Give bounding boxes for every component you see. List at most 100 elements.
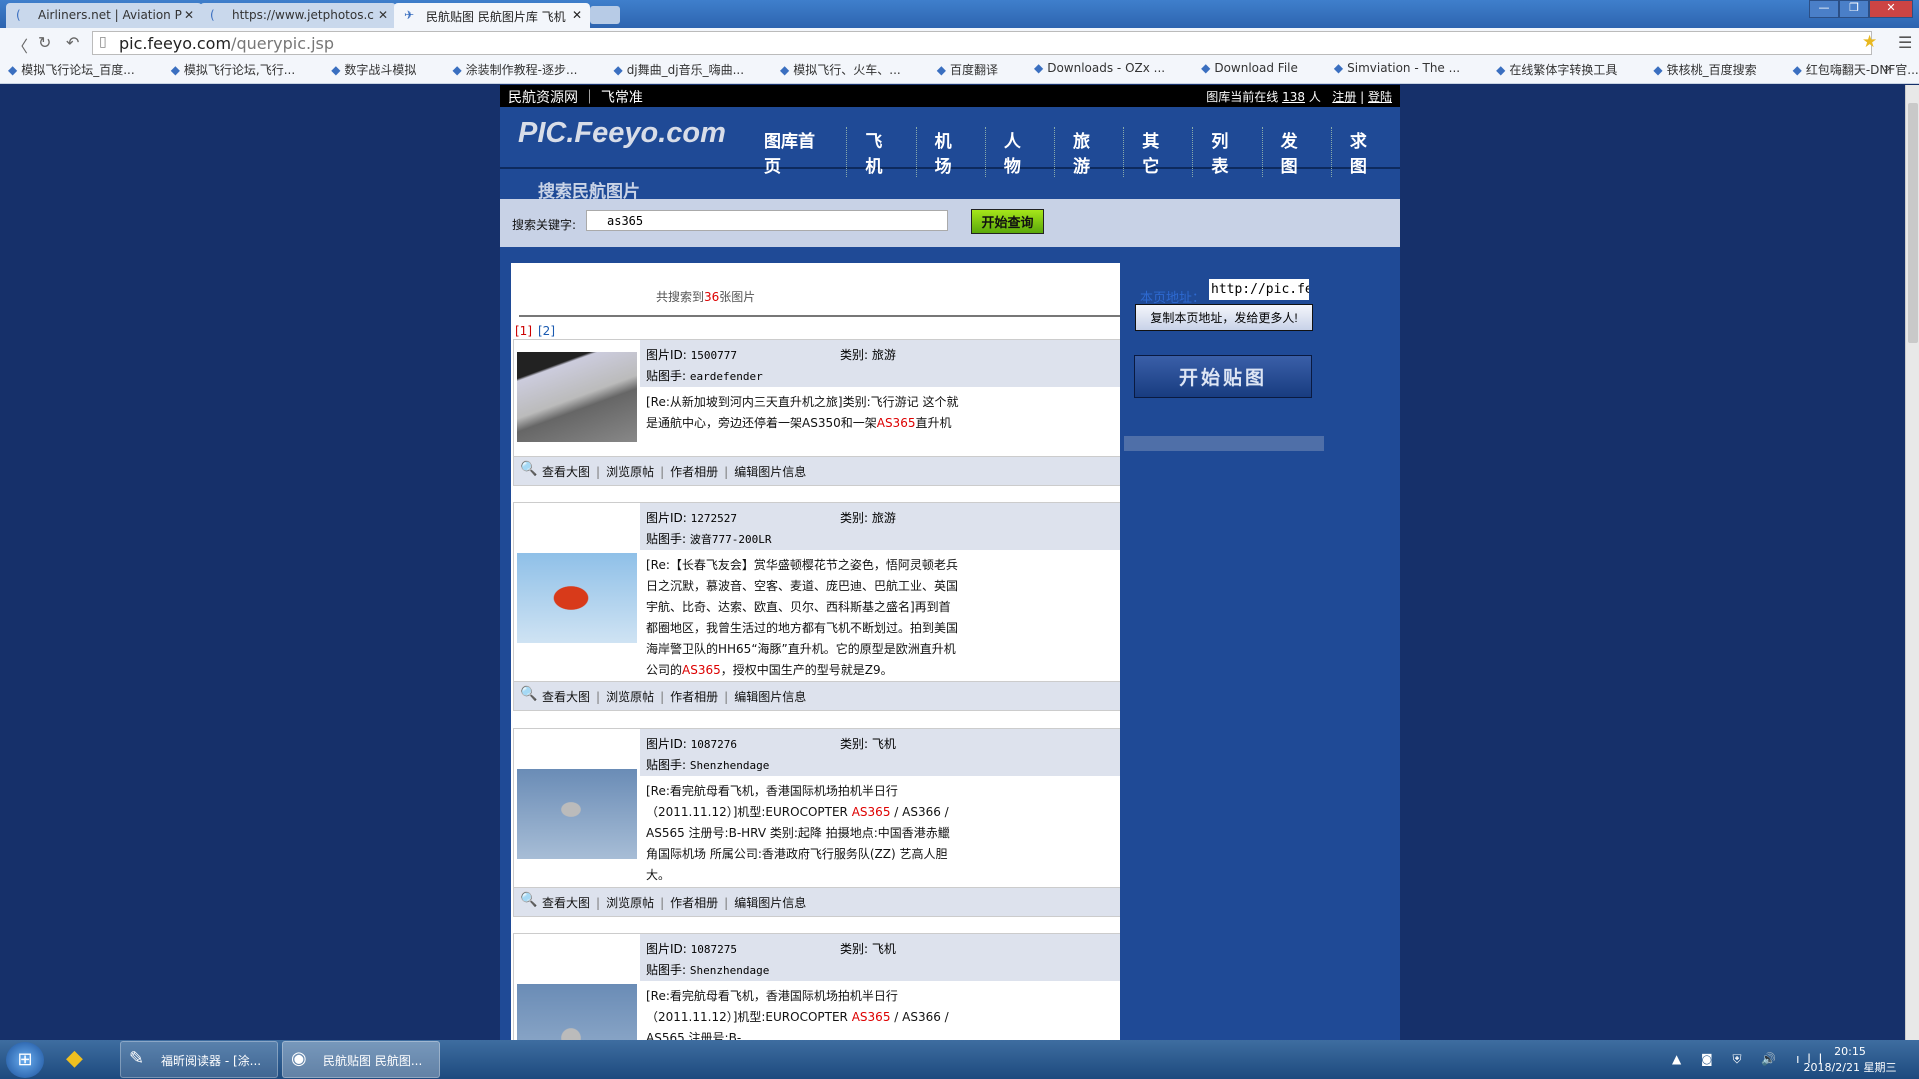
menu-icon[interactable]: ☰ [1898, 33, 1912, 52]
bookmark-label: Downloads - OZx ... [1047, 61, 1166, 75]
bookmark-label: dj舞曲_dj音乐_嗨曲... [626, 63, 745, 77]
close-tab-icon[interactable]: ✕ [378, 8, 388, 22]
bookmark-favicon-icon: ◆ [1653, 63, 1663, 77]
author-album-link[interactable]: 作者相册 [670, 896, 718, 910]
windows-start-icon[interactable]: ⊞ [6, 1042, 44, 1078]
close-window-icon[interactable]: ✕ [1869, 0, 1913, 18]
view-post-link[interactable]: 浏览原帖 [606, 465, 654, 479]
bookmark-item[interactable]: ◆ 百度翻译 [937, 61, 1016, 83]
poster-name[interactable]: eardefender [690, 370, 763, 383]
bookmark-label: Download File [1214, 61, 1298, 75]
view-large-link[interactable]: 查看大图 [542, 896, 590, 910]
category-label: 类别: [840, 348, 869, 362]
bookmark-item[interactable]: ◆ 在线繁体字转换工具 [1496, 61, 1635, 83]
start-post-button[interactable]: 开始贴图 [1134, 355, 1312, 398]
site-links[interactable]: 民航资源网 ｜ 飞常准 [508, 90, 643, 106]
nav-item[interactable]: 列表 [1193, 127, 1263, 177]
tab-feeyo[interactable]: ✈ 民航贴图 民航图片库 飞机 ✕ [394, 3, 590, 28]
nav-item[interactable]: 机场 [917, 127, 986, 177]
bookmark-item[interactable]: ◆ 模拟飞行、火车、... [780, 61, 919, 83]
id-label: 图片ID: [646, 511, 687, 525]
bookmark-item[interactable]: ◆ 模拟飞行论坛,飞行... [171, 61, 314, 83]
nav-item[interactable]: 飞机 [847, 127, 917, 177]
undo-icon[interactable]: ↶ [66, 33, 79, 52]
close-tab-icon[interactable]: ✕ [572, 8, 582, 22]
nav-item[interactable]: 图库首页 [746, 127, 848, 177]
bookmark-item[interactable]: ◆ Download File [1201, 61, 1316, 83]
close-tab-icon[interactable]: ✕ [184, 8, 194, 22]
taskbar-label: 福昕阅读器 - [涂... [161, 1054, 262, 1068]
nav-item[interactable]: 求图 [1332, 127, 1400, 177]
foxit-icon: ✎ [129, 1048, 145, 1069]
photo-thumbnail[interactable] [517, 553, 637, 643]
new-tab-button[interactable] [590, 6, 620, 24]
more-bookmarks-button[interactable]: » [1884, 61, 1891, 75]
poster-name[interactable]: 波音777-200LR [690, 533, 772, 546]
desc-text: 直升机 [915, 416, 952, 430]
poster-name[interactable]: Shenzhendage [690, 964, 769, 977]
restore-icon[interactable]: ❐ [1839, 0, 1869, 18]
reload-icon[interactable]: ↻ [38, 33, 51, 52]
minimize-icon[interactable]: — [1809, 0, 1839, 18]
category-label: 类别: [840, 511, 869, 525]
edit-info-link[interactable]: 编辑图片信息 [734, 690, 806, 704]
tab-jetphotos[interactable]: (https://www.jetphotos.c ✕ [200, 3, 396, 28]
site-logo[interactable]: PIC.Feeyo.com [518, 117, 726, 150]
photo-thumbnail[interactable] [517, 769, 637, 859]
bookmark-star-icon[interactable]: ★ [1862, 32, 1877, 52]
scrollbar-thumb[interactable] [1908, 103, 1918, 343]
poster-label: 贴图手: [646, 532, 687, 546]
copy-url-button[interactable]: 复制本页地址，发给更多人! [1135, 304, 1313, 331]
nav-item[interactable]: 人物 [986, 127, 1056, 177]
view-large-link[interactable]: 查看大图 [542, 465, 590, 479]
register-link[interactable]: 注册 [1332, 90, 1356, 104]
login-link[interactable]: 登陆 [1368, 90, 1392, 104]
clock[interactable]: 20:15 2018/2/21 星期三 [1800, 1044, 1900, 1076]
app-pinned-icon[interactable]: ◆ [66, 1046, 83, 1071]
category-value: 旅游 [871, 348, 896, 362]
photo-thumbnail[interactable] [517, 984, 637, 1040]
bookmark-item[interactable]: ◆ 涂装制作教程-逐步... [452, 61, 595, 83]
search-button[interactable]: 开始查询 [971, 209, 1044, 234]
bookmark-item[interactable]: ◆ Downloads - OZx ... [1034, 61, 1183, 83]
nav-item[interactable]: 发图 [1263, 127, 1332, 177]
bookmark-item[interactable]: ◆ Simviation - The ... [1334, 61, 1478, 83]
edit-info-link[interactable]: 编辑图片信息 [734, 896, 806, 910]
tab-airliners[interactable]: (Airliners.net | Aviation P ✕ [6, 3, 202, 28]
taskbar-browser[interactable]: ◉ 民航贴图 民航图... [282, 1041, 440, 1078]
view-post-link[interactable]: 浏览原帖 [606, 896, 654, 910]
page-2-link[interactable]: [2] [538, 324, 555, 338]
bookmark-item[interactable]: ◆ 红包嗨翻天-DNF官... [1793, 61, 1919, 83]
header: PIC.Feeyo.com 图库首页 飞机 机场 人物 旅游 其它 列表 发图 求图 [500, 107, 1400, 177]
page-icon: ▯ [99, 34, 107, 50]
bookmark-favicon-icon: ◆ [170, 63, 180, 77]
edit-info-link[interactable]: 编辑图片信息 [734, 465, 806, 479]
category-label: 类别: [840, 737, 869, 751]
nav-item[interactable]: 旅游 [1055, 127, 1125, 177]
taskbar-foxit[interactable]: ✎ 福昕阅读器 - [涂... [120, 1041, 278, 1078]
photo-thumbnail[interactable] [517, 352, 637, 442]
back-icon[interactable]: 〈 [12, 33, 28, 57]
bookmark-item[interactable]: ◆ 模拟飞行论坛_百度... [8, 61, 153, 83]
poster-label: 贴图手: [646, 963, 687, 977]
main-nav: 图库首页 飞机 机场 人物 旅游 其它 列表 发图 求图 [746, 127, 1400, 177]
author-album-link[interactable]: 作者相册 [670, 690, 718, 704]
result-item: 图片ID: 1087276 类别: 飞机 贴图手: Shenzhendage [Re:… [513, 728, 1120, 917]
view-large-link[interactable]: 查看大图 [542, 690, 590, 704]
divider [519, 315, 1120, 317]
page-url-field[interactable] [1209, 279, 1309, 300]
view-post-link[interactable]: 浏览原帖 [606, 690, 654, 704]
page-1-link[interactable]: [1] [515, 324, 532, 338]
poster-name[interactable]: Shenzhendage [690, 759, 769, 772]
search-input[interactable] [586, 210, 948, 231]
author-album-link[interactable]: 作者相册 [670, 465, 718, 479]
poster-label: 贴图手: [646, 758, 687, 772]
bookmark-item[interactable]: ◆ 铁核桃_百度搜索 [1653, 61, 1774, 83]
bookmark-label: 模拟飞行论坛,飞行... [183, 63, 296, 77]
vertical-scrollbar[interactable] [1905, 85, 1919, 1040]
bookmark-label: 模拟飞行、火车、... [793, 63, 901, 77]
bookmark-item[interactable]: ◆ dj舞曲_dj音乐_嗨曲... [613, 61, 762, 83]
bookmark-item[interactable]: ◆ 数字战斗模拟 [331, 61, 434, 83]
url-input[interactable]: ▯ pic.feeyo.com/querypic.jsp [92, 31, 1872, 55]
nav-item[interactable]: 其它 [1124, 127, 1194, 177]
